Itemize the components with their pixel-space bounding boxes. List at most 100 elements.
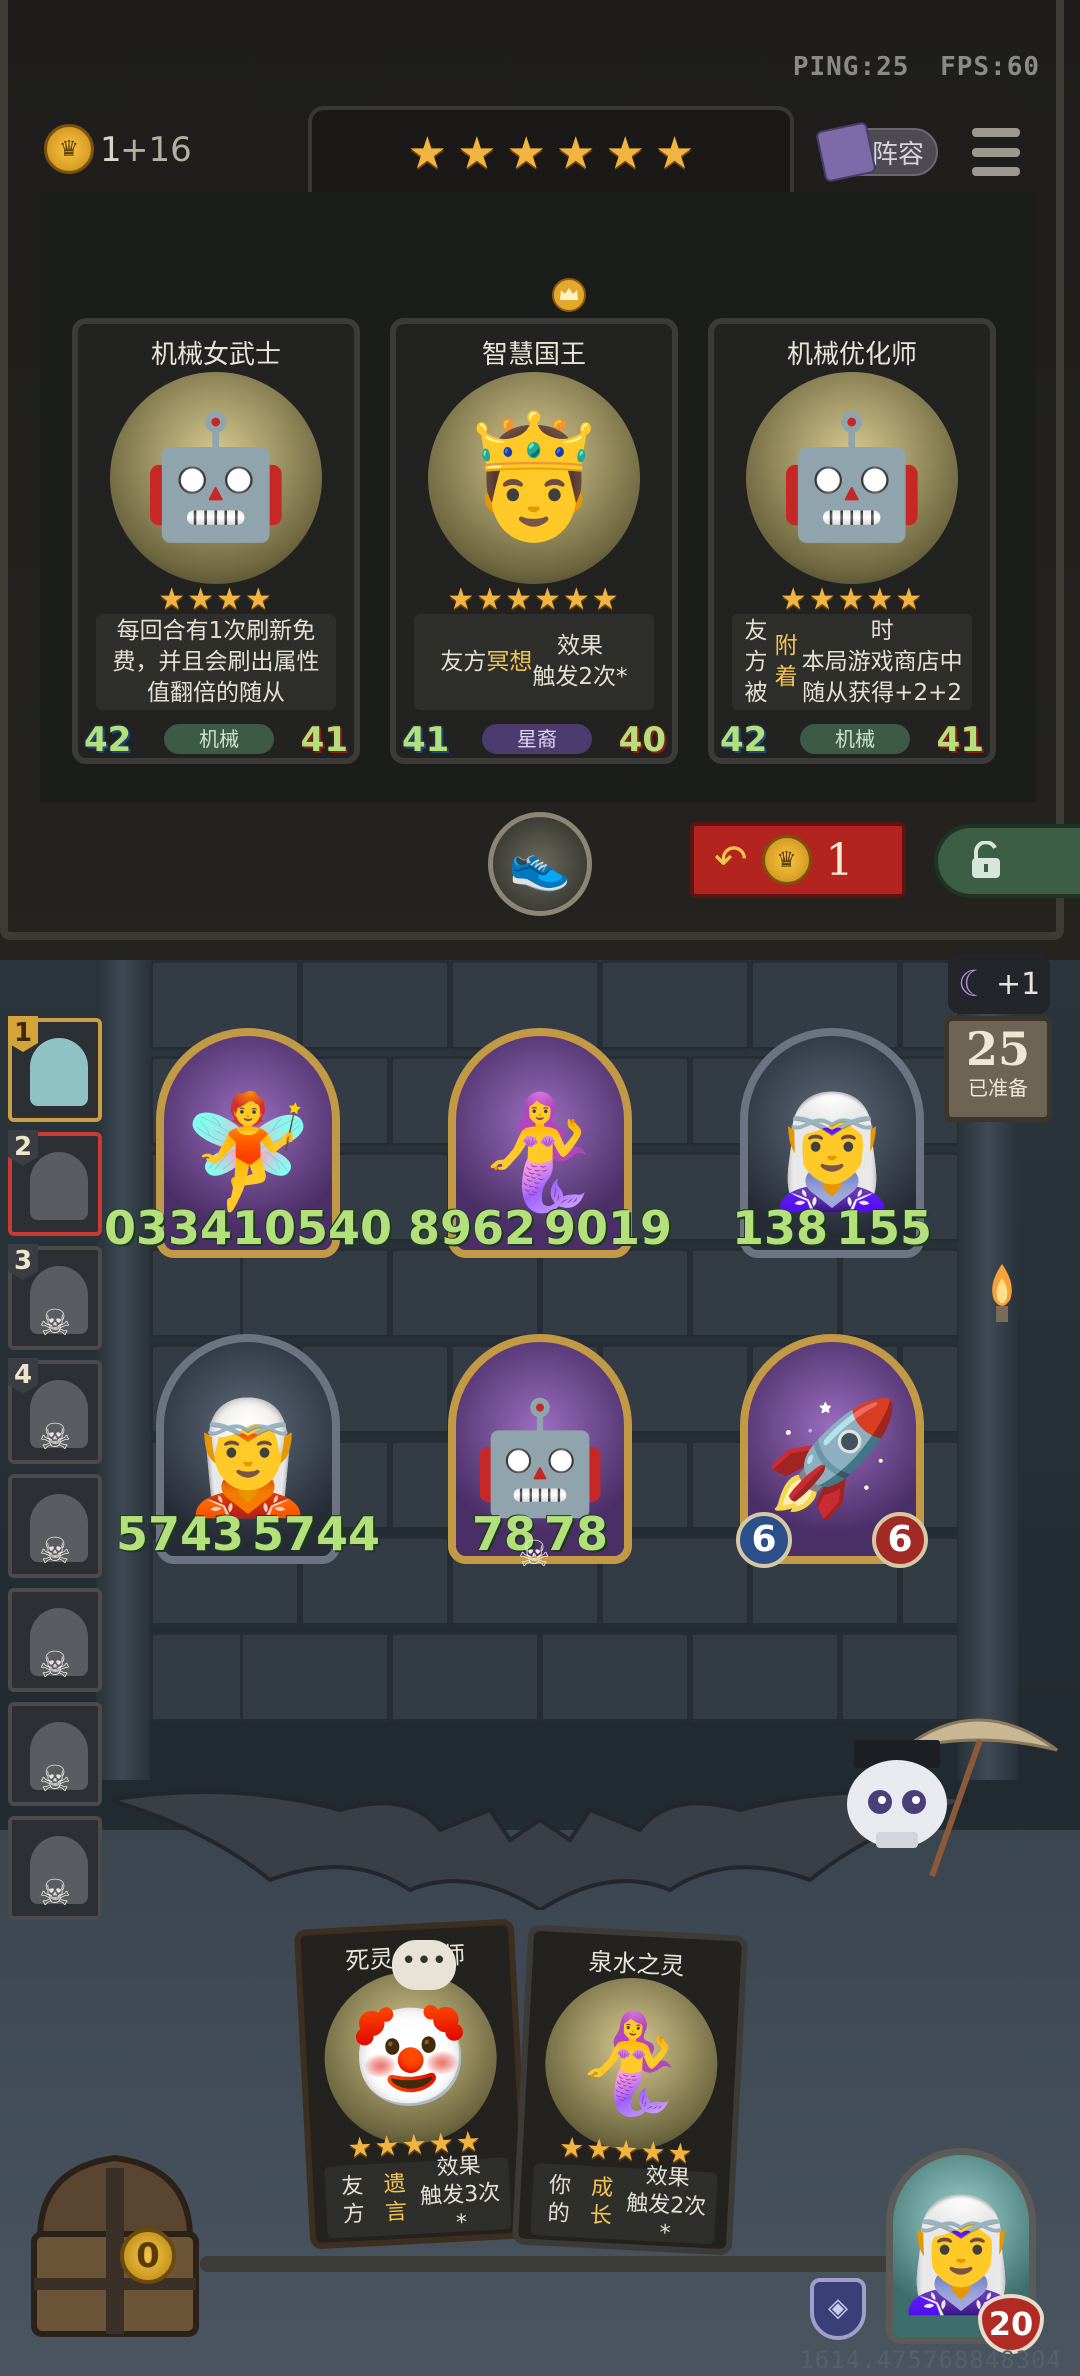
card-health: 41 [300, 720, 348, 760]
opponent-rank: 1 [8, 1016, 38, 1052]
turn-counter: 25 已准备 [944, 1016, 1052, 1122]
menu-button[interactable] [972, 128, 1020, 176]
card-stats: 42 机械 41 [714, 720, 990, 760]
crown-coin-icon: ♛ [761, 835, 812, 885]
ping-label: PING:25 [792, 52, 910, 82]
card-attack: 42 [720, 720, 768, 760]
opponent-slot[interactable]: ☠ [8, 1702, 102, 1806]
hand-card[interactable]: 泉水之灵 🧜‍♀️ ★★★★★ 你的 成长 效果 触发2次* [511, 1924, 749, 2256]
card-name: 机械女武士 [150, 340, 281, 370]
wall-brick [690, 1248, 840, 1338]
skull-icon: ☠ [38, 1531, 72, 1572]
opponent-slot[interactable]: ☠ [8, 1474, 102, 1578]
fairy-icon: 🧚 [179, 1087, 317, 1216]
opponent-avatar [30, 1038, 88, 1106]
crown-coin-icon: ♛ [44, 124, 94, 174]
card-portrait: 🤖 [746, 372, 958, 584]
airship-icon: 🚀 [763, 1393, 901, 1522]
tier-star-icon: ★ [605, 127, 645, 179]
refresh-button[interactable]: ↶ ♛ 1 [690, 822, 906, 898]
treasure-chest-icon[interactable] [20, 2128, 210, 2348]
skull-icon: ☠ [38, 1303, 72, 1344]
moon-icon: ☾ [957, 963, 991, 1005]
lineup-button-label: 阵容 [871, 139, 924, 170]
menu-line [972, 128, 1020, 137]
card-portrait: 🧜‍♀️ [540, 1973, 722, 2155]
freeze-button[interactable]: 👟 [488, 812, 592, 916]
minion-health: 78 [544, 1507, 609, 1561]
card-description: 友方被 附着时本局游戏商店中随从获得+2+2 [732, 614, 972, 710]
water-spirit-icon: 🧜‍♀️ [568, 2004, 695, 2123]
card-health: 41 [936, 720, 984, 760]
opponent-avatar [30, 1152, 88, 1220]
opponent-slot[interactable]: ☠ [8, 1588, 102, 1692]
opponent-slot[interactable]: 3 ☠ [8, 1244, 102, 1350]
shop-card[interactable]: 智慧国王 🤴 ★★★★★★ 友方 冥想 效果 触发2次* 41 星裔 40 [390, 318, 678, 764]
shop-card[interactable]: 机械优化师 🤖 ★★★★★ 友方被 附着时本局游戏商店中随从获得+2+2 42 机械 41 [708, 318, 996, 764]
card-health: 40 [618, 720, 666, 760]
tier-star-icon: ★ [506, 127, 546, 179]
wall-brick [240, 1632, 390, 1722]
mermaid-icon: 🧜‍♀️ [471, 1087, 609, 1216]
skull-icon: ☠ [38, 1417, 72, 1458]
card-portrait: 🤖 [110, 372, 322, 584]
board-minion[interactable]: 🤖 78 78 ☠ [448, 1334, 632, 1575]
knight-icon: 🤖 [141, 408, 291, 547]
menu-line [972, 167, 1020, 176]
fps-label: FPS:60 [940, 52, 1040, 82]
lock-shop-button[interactable] [934, 824, 1080, 898]
wall-brick [540, 1632, 690, 1722]
minion-health: 5744 [252, 1507, 381, 1561]
card-description: 友方 遗言 效果 触发3次* [324, 2154, 512, 2239]
board-minion[interactable]: 🧝‍♀️ 138 155 [732, 1028, 932, 1258]
hand-rail [200, 2256, 900, 2272]
minion-health: 6 [872, 1512, 928, 1568]
board-minion[interactable]: 🚀 6 6 [736, 1334, 928, 1568]
wall-brick [240, 1248, 390, 1338]
card-description: 每回合有1次刷新免费，并且会刷出属性值翻倍的随从 [96, 614, 336, 710]
board-minion[interactable]: 🧝 5743 5744 [116, 1334, 380, 1564]
player-hero[interactable]: 🧝‍♀️ 20 [862, 2128, 1052, 2364]
unlock-icon [972, 841, 1000, 878]
card-description: 你的 成长 效果 触发2次* [530, 2163, 718, 2246]
opponent-slot[interactable]: 4 ☠ [8, 1358, 102, 1464]
board-minion[interactable]: 🧚 033410540 [104, 1028, 392, 1258]
network-stats: PING:25 FPS:60 [793, 52, 1040, 82]
king-icon: 🤴 [459, 408, 609, 547]
card-tribe-badge: 机械 [800, 724, 910, 754]
hero-health: 20 [978, 2294, 1044, 2354]
card-tribe-badge: 机械 [164, 724, 274, 754]
opponent-rank: 4 [8, 1358, 38, 1394]
clown-icon: 🤡 [347, 1998, 474, 2117]
opponent-slot[interactable]: 1 [8, 1016, 102, 1122]
turn-number: 25 [965, 1022, 1030, 1076]
crown-icon [552, 278, 586, 312]
skull-icon: ☠ [38, 1759, 72, 1800]
shield-icon[interactable]: ◈ [810, 2278, 866, 2340]
moon-bonus: ☾ +1 [948, 954, 1050, 1014]
wall-brick [390, 1248, 540, 1338]
card-star-rating: ★★★★★ [779, 582, 925, 617]
wall-brick [840, 1248, 960, 1338]
opponent-slot[interactable]: 2 [8, 1130, 102, 1236]
minion-health: 155 [836, 1201, 933, 1255]
gold-count: 1 [100, 130, 122, 170]
gold-income: +16 [120, 130, 192, 170]
menu-line [972, 147, 1020, 157]
tier-star-icon: ★ [654, 127, 695, 179]
card-description: 友方 冥想 效果 触发2次* [414, 614, 654, 710]
card-name: 机械优化师 [786, 340, 917, 370]
card-star-rating: ★★★★ [158, 582, 274, 617]
minion-attack: 8962 [407, 1201, 536, 1255]
tavern-tier-stars: ★ ★ ★ ★ ★ ★ [308, 106, 794, 196]
card-portrait: 🤡 [320, 1967, 502, 2149]
card-portrait: 🤴 [428, 372, 640, 584]
skull-icon: ☠ [38, 1645, 72, 1686]
minion-attack: 6 [736, 1512, 792, 1568]
slippers-icon: 👟 [508, 834, 572, 893]
opponent-slot[interactable]: ☠ [8, 1816, 102, 1920]
shop-card[interactable]: 机械女武士 🤖 ★★★★ 每回合有1次刷新免费，并且会刷出属性值翻倍的随从 42 机械 41 [72, 318, 360, 764]
tier-star-icon: ★ [457, 127, 497, 179]
mech-robot-icon: 🤖 [471, 1393, 609, 1522]
board-minion[interactable]: 🧜‍♀️ 8962 9019 [408, 1028, 672, 1258]
